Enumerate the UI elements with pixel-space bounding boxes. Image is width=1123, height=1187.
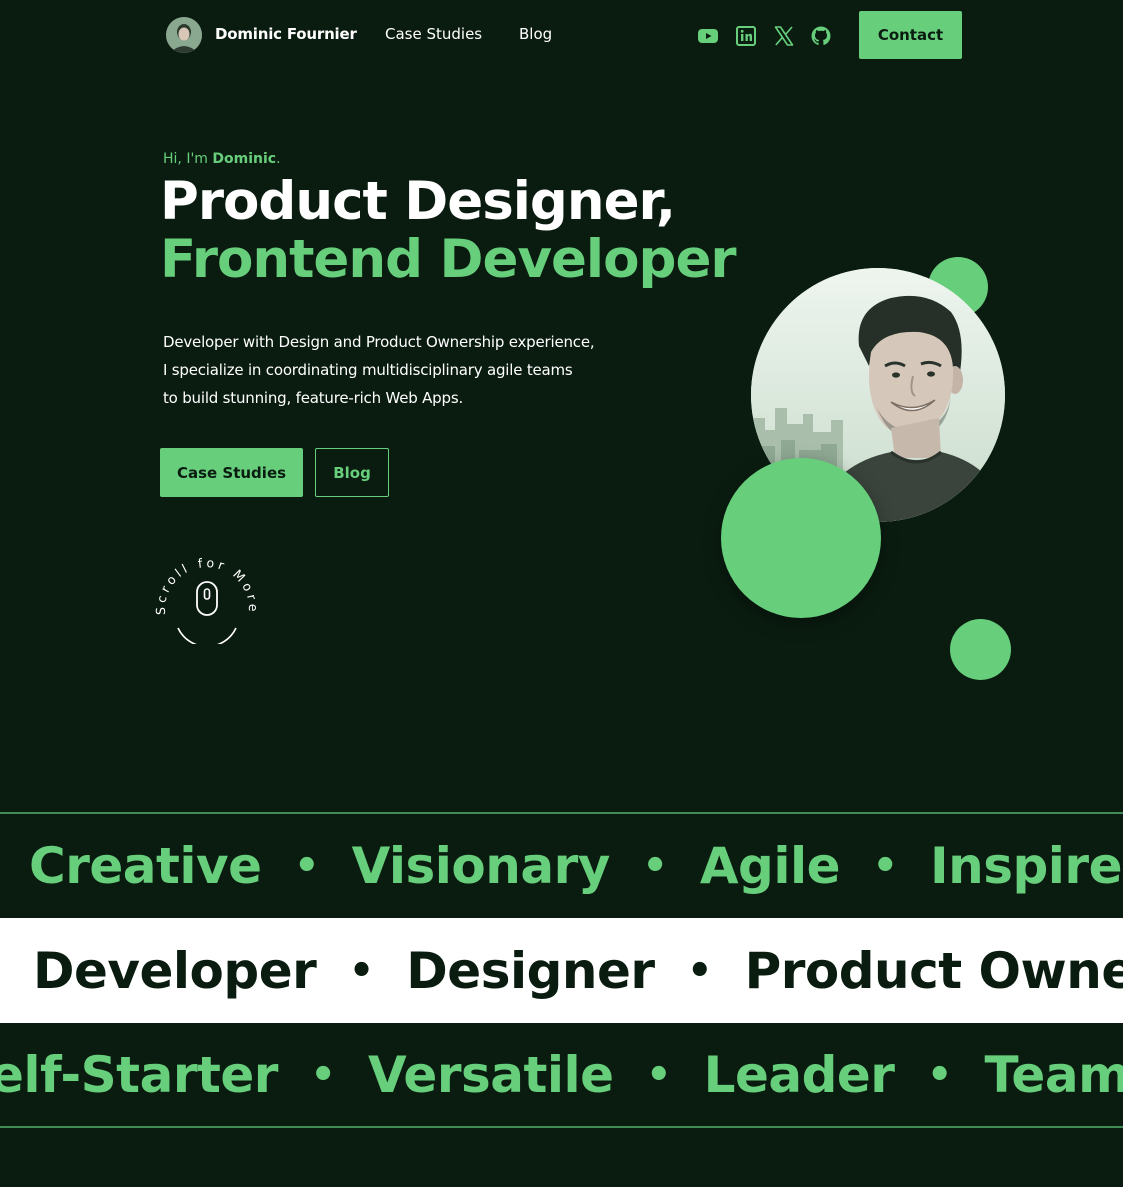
hero-title-line-2: Frontend Developer [160,229,737,290]
roles-band: Developer • Designer • Product Owner [0,918,1123,1023]
intro-line: to build stunning, feature-rich Web Apps… [163,389,464,407]
case-studies-button[interactable]: Case Studies [160,448,303,497]
decorative-circle [950,619,1011,680]
band-word: Visionary [351,837,611,895]
band-word: Agile [699,837,841,895]
traits-band-1: Creative • Visionary • Agile • Inspired [0,812,1123,918]
hero-title-line-1: Product Designer, [160,171,676,232]
decorative-circle [721,458,881,618]
scroll-for-more-badge[interactable]: Scroll for More [153,540,259,648]
nav-link-case-studies[interactable]: Case Studies [385,25,482,43]
top-nav: Dominic Fournier Case Studies Blog Conta… [0,0,1123,72]
youtube-icon[interactable] [696,24,720,48]
avatar[interactable] [166,17,202,53]
band-word: Team Pla [984,1045,1123,1104]
bullet-separator: • [926,1051,953,1098]
intro-paragraph: Developer with Design and Product Owners… [163,328,643,412]
brand-name[interactable]: Dominic Fournier [215,25,357,43]
traits-band-2: elf-Starter • Versatile • Leader • Team … [0,1023,1123,1128]
bullet-separator: • [310,1051,336,1098]
bullet-separator: • [642,843,668,889]
bullet-separator: • [872,843,899,889]
band-word: Developer [33,941,317,1000]
intro-line: I specialize in coordinating multidiscip… [163,361,573,379]
band-word: Inspired [930,837,1123,895]
band-word: Creative [29,837,262,895]
nav-link-blog[interactable]: Blog [519,25,552,43]
linkedin-icon[interactable] [734,24,758,48]
bullet-separator: • [646,1051,672,1098]
github-icon[interactable] [809,24,833,48]
band-word: Leader [703,1045,895,1104]
contact-button[interactable]: Contact [859,11,962,59]
band-word: Versatile [367,1045,614,1104]
band-word: elf-Starter [0,1045,278,1104]
bullet-separator: • [348,947,375,994]
scroll-text: Scroll for More [153,555,258,615]
x-icon[interactable] [772,24,796,48]
band-word: Designer [406,941,655,1000]
greeting-suffix: . [276,151,281,167]
bullet-separator: • [687,947,713,994]
intro-line: Developer with Design and Product Owners… [163,333,595,351]
greeting: Hi, I'm Dominic. [163,151,281,167]
svg-text:Scroll for More: Scroll for More [155,555,259,615]
greeting-name: Dominic [212,151,277,167]
greeting-prefix: Hi, I'm [163,151,213,167]
blog-button[interactable]: Blog [315,448,389,497]
bullet-separator: • [294,843,320,889]
band-word: Product Owner [744,941,1123,1000]
